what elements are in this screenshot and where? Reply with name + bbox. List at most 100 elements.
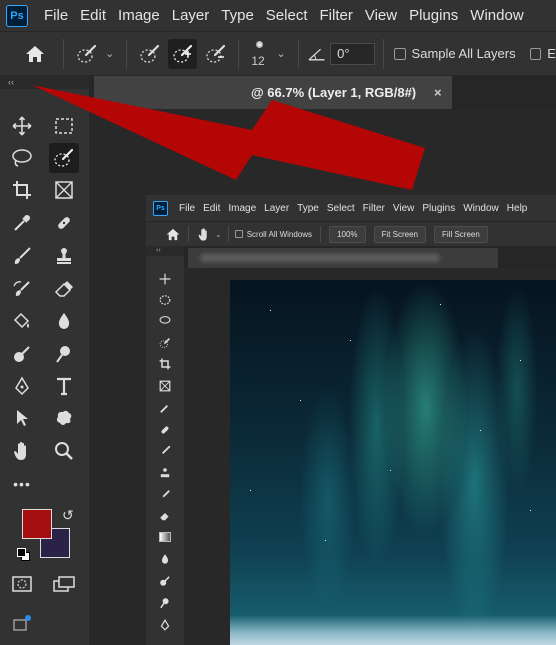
- share-tool[interactable]: [7, 608, 37, 638]
- menu-window[interactable]: Window: [464, 7, 529, 24]
- inner-history-brush-icon: [156, 486, 174, 504]
- quick-mask-button[interactable]: [7, 569, 37, 599]
- rectangular-marquee-tool[interactable]: [49, 111, 79, 141]
- inner-gradient-icon: [156, 528, 174, 546]
- chevron-down-icon[interactable]: ⌄: [105, 47, 114, 60]
- inner-tab-strip: [184, 246, 556, 268]
- move-icon: [12, 116, 32, 136]
- eyedropper-tool[interactable]: [7, 208, 37, 238]
- history-brush-tool[interactable]: [7, 274, 37, 304]
- eyedropper-icon: [14, 215, 30, 231]
- inner-menu-select: Select: [326, 202, 355, 214]
- frame-icon: [55, 181, 73, 199]
- quick-selection-tool[interactable]: [49, 143, 79, 173]
- inner-menu-edit: Edit: [203, 202, 221, 214]
- subtract-from-selection-button[interactable]: [201, 39, 230, 69]
- brush-tip-preview: [256, 40, 264, 48]
- menu-edit[interactable]: Edit: [74, 7, 112, 24]
- menu-image[interactable]: Image: [112, 7, 166, 24]
- paint-bucket-tool[interactable]: [7, 306, 37, 336]
- add-to-selection-icon: [173, 44, 192, 63]
- menu-file[interactable]: File: [38, 7, 74, 24]
- brush-tool[interactable]: [7, 241, 37, 271]
- inner-menu-layer: Layer: [264, 202, 290, 214]
- divider: [227, 226, 229, 242]
- collapse-panel-button[interactable]: ‹‹: [0, 75, 89, 89]
- blur-tool[interactable]: [49, 306, 79, 336]
- quick-mask-icon: [12, 576, 32, 592]
- hand-tool[interactable]: [7, 436, 37, 466]
- healing-brush-tool[interactable]: [49, 208, 79, 238]
- eraser-icon: [54, 281, 73, 297]
- crop-tool[interactable]: [7, 175, 37, 205]
- stamp-icon: [57, 248, 71, 264]
- quick-selection-icon: [54, 148, 74, 167]
- tools-panel: ‹‹ ••• ↺: [0, 75, 89, 645]
- swap-colors-icon[interactable]: ↺: [62, 507, 74, 524]
- dodge-icon: [56, 346, 70, 363]
- inner-marquee-icon: [156, 291, 174, 309]
- home-button[interactable]: [20, 39, 49, 69]
- inner-menu-plugins: Plugins: [422, 202, 456, 214]
- inner-photoshop-logo: Ps: [153, 200, 168, 216]
- dodge-tool[interactable]: [7, 339, 37, 369]
- inner-menu-help: Help: [506, 202, 528, 214]
- custom-shape-icon: [56, 410, 72, 425]
- chevron-down-icon[interactable]: ⌄: [277, 47, 286, 60]
- menu-filter[interactable]: Filter: [314, 7, 359, 24]
- screen-mode-button[interactable]: [49, 569, 79, 599]
- new-selection-button[interactable]: [135, 39, 164, 69]
- type-tool[interactable]: [49, 371, 79, 401]
- default-colors-icon[interactable]: [17, 548, 31, 562]
- new-selection-icon: [140, 44, 159, 63]
- type-icon: [57, 377, 71, 396]
- inner-home-icon: [166, 228, 180, 240]
- chevron-down-icon: ⌄: [215, 229, 222, 239]
- menu-type[interactable]: Type: [215, 7, 260, 24]
- divider: [238, 38, 240, 69]
- hand-icon: [14, 441, 26, 460]
- history-brush-icon: [13, 281, 30, 296]
- document-tab-title: @ 66.7% (Layer 1, RGB/8#): [251, 85, 417, 100]
- custom-shape-tool[interactable]: [49, 403, 79, 433]
- move-tool[interactable]: [7, 111, 37, 141]
- brush-size-picker[interactable]: 12: [247, 37, 272, 71]
- close-tab-icon[interactable]: ×: [434, 76, 442, 109]
- menu-plugins[interactable]: Plugins: [403, 7, 464, 24]
- dodge-tool-2[interactable]: [49, 339, 79, 369]
- embedded-screenshot: Ps File Edit Image Layer Type Select Fil…: [146, 195, 556, 645]
- lasso-tool[interactable]: [7, 143, 37, 173]
- menu-bar: Ps File Edit Image Layer Type Select Fil…: [0, 0, 556, 31]
- truncated-option-label: E: [547, 46, 556, 61]
- angle-input[interactable]: 0°: [330, 42, 375, 65]
- inner-pen-icon: [156, 616, 174, 634]
- document-tab[interactable]: @ 66.7% (Layer 1, RGB/8#) ×: [94, 76, 452, 109]
- divider: [188, 226, 189, 242]
- pen-icon: [15, 376, 29, 396]
- generative-icon: [13, 615, 31, 631]
- inner-menu-file: File: [179, 202, 196, 214]
- crop-icon: [13, 181, 31, 199]
- menu-view[interactable]: View: [359, 7, 403, 24]
- enhance-edge-checkbox[interactable]: [529, 47, 542, 60]
- aurora-photo: [230, 280, 556, 645]
- sample-all-layers-checkbox[interactable]: [393, 47, 406, 60]
- zoom-tool[interactable]: [49, 436, 79, 466]
- edit-toolbar-button[interactable]: •••: [7, 469, 37, 499]
- inner-menu-bar: Ps File Edit Image Layer Type Select Fil…: [146, 195, 556, 221]
- clone-stamp-tool[interactable]: [49, 241, 79, 271]
- frame-tool[interactable]: [49, 175, 79, 205]
- menu-select[interactable]: Select: [260, 7, 314, 24]
- sample-all-layers-label: Sample All Layers: [411, 46, 516, 61]
- inner-menu-filter: Filter: [362, 202, 385, 214]
- inner-burn-icon: [156, 572, 174, 590]
- pen-tool[interactable]: [7, 371, 37, 401]
- inner-hand-icon: [198, 227, 207, 241]
- menu-layer[interactable]: Layer: [166, 7, 216, 24]
- quick-selection-preset-button[interactable]: [72, 39, 101, 69]
- inner-menu-window: Window: [463, 202, 499, 214]
- brush-size-value: 12: [251, 53, 265, 68]
- path-selection-tool[interactable]: [7, 403, 37, 433]
- eraser-tool[interactable]: [49, 274, 79, 304]
- add-to-selection-button[interactable]: [168, 38, 198, 69]
